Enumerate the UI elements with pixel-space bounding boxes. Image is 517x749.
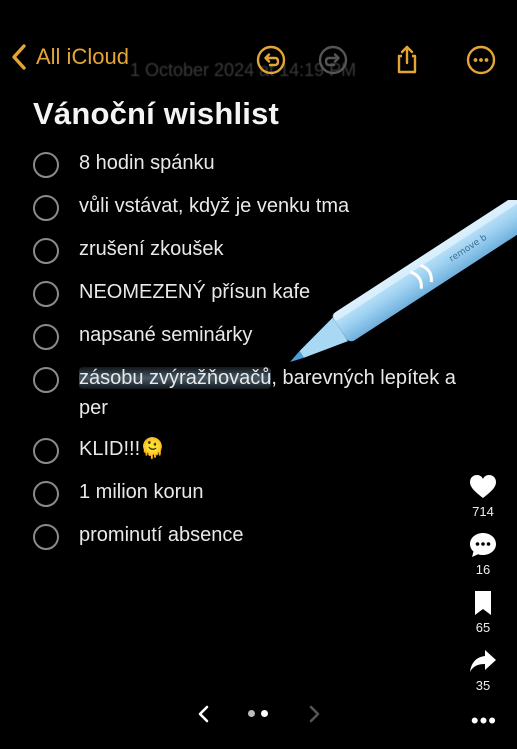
item-text[interactable]: napsané seminárky bbox=[79, 320, 252, 350]
chevron-left-icon bbox=[12, 44, 26, 70]
checklist-item: NEOMEZENÝ přísun kafe bbox=[33, 277, 473, 320]
checklist-item: vůli vstávat, když je venku tma bbox=[33, 191, 473, 234]
comment-count: 16 bbox=[475, 562, 491, 577]
checklist-item: KLID!!!🫠 bbox=[33, 434, 473, 477]
checklist-item: 8 hodin spánku bbox=[33, 148, 473, 191]
undo-icon bbox=[256, 45, 286, 75]
checklist-item: prominutí absence bbox=[33, 520, 473, 563]
item-text[interactable]: 8 hodin spánku bbox=[79, 148, 215, 178]
carousel-next-button[interactable] bbox=[302, 700, 326, 728]
back-button[interactable]: All iCloud bbox=[8, 42, 129, 72]
item-text[interactable]: prominutí absence bbox=[79, 520, 244, 550]
chevron-left-icon bbox=[198, 705, 209, 723]
checklist-item: zrušení zkoušek bbox=[33, 234, 473, 277]
carousel-dot-active[interactable] bbox=[261, 710, 268, 717]
carousel-dot[interactable] bbox=[248, 710, 255, 717]
save-button[interactable]: 65 bbox=[463, 588, 503, 635]
checkbox[interactable] bbox=[33, 281, 59, 307]
back-label: All iCloud bbox=[36, 44, 129, 69]
checkbox[interactable] bbox=[33, 367, 59, 393]
like-button[interactable]: 714 bbox=[463, 472, 503, 519]
carousel-prev-button[interactable] bbox=[192, 700, 216, 728]
checkbox[interactable] bbox=[33, 481, 59, 507]
checklist: 8 hodin spánku vůli vstávat, když je ven… bbox=[33, 148, 473, 563]
chevron-right-icon bbox=[309, 705, 320, 723]
share-icon bbox=[397, 45, 417, 74]
share-count: 35 bbox=[475, 678, 491, 693]
checkbox[interactable] bbox=[33, 324, 59, 350]
more-icon bbox=[466, 45, 496, 75]
checkbox[interactable] bbox=[33, 524, 59, 550]
redo-icon bbox=[318, 45, 348, 75]
checklist-item: 1 milion korun bbox=[33, 477, 473, 520]
note-title[interactable]: Vánoční wishlist bbox=[33, 96, 279, 132]
save-count: 65 bbox=[475, 620, 491, 635]
checkbox[interactable] bbox=[33, 152, 59, 178]
redo-button[interactable] bbox=[317, 44, 349, 76]
share-button[interactable] bbox=[391, 44, 423, 76]
more-button[interactable] bbox=[465, 44, 497, 76]
heart-icon bbox=[470, 475, 496, 498]
checkbox[interactable] bbox=[33, 238, 59, 264]
item-text[interactable]: 1 milion korun bbox=[79, 477, 204, 507]
item-text[interactable]: vůli vstávat, když je venku tma bbox=[79, 191, 349, 221]
checkbox[interactable] bbox=[33, 195, 59, 221]
checklist-item: zásobu zvýražňovačů, barevných lepítek a… bbox=[33, 363, 473, 434]
highlighted-text: zásobu zvýražňovačů bbox=[79, 367, 272, 389]
item-text[interactable]: KLID!!!🫠 bbox=[79, 434, 165, 464]
checkbox[interactable] bbox=[33, 438, 59, 464]
checklist-item: napsané seminárky bbox=[33, 320, 473, 363]
forward-share-icon bbox=[470, 650, 496, 672]
share-rail-button[interactable]: 35 bbox=[463, 646, 503, 693]
comment-button[interactable]: 16 bbox=[463, 530, 503, 577]
more-options-icon[interactable]: ••• bbox=[471, 708, 497, 734]
bookmark-icon bbox=[475, 591, 491, 615]
like-count: 714 bbox=[472, 504, 494, 519]
item-text[interactable]: zásobu zvýražňovačů, barevných lepítek a… bbox=[79, 363, 473, 423]
item-text[interactable]: zrušení zkoušek bbox=[79, 234, 224, 264]
item-text[interactable]: NEOMEZENÝ přísun kafe bbox=[79, 277, 310, 307]
comment-icon bbox=[470, 533, 496, 557]
carousel-dots bbox=[248, 710, 268, 717]
undo-button[interactable] bbox=[255, 44, 287, 76]
